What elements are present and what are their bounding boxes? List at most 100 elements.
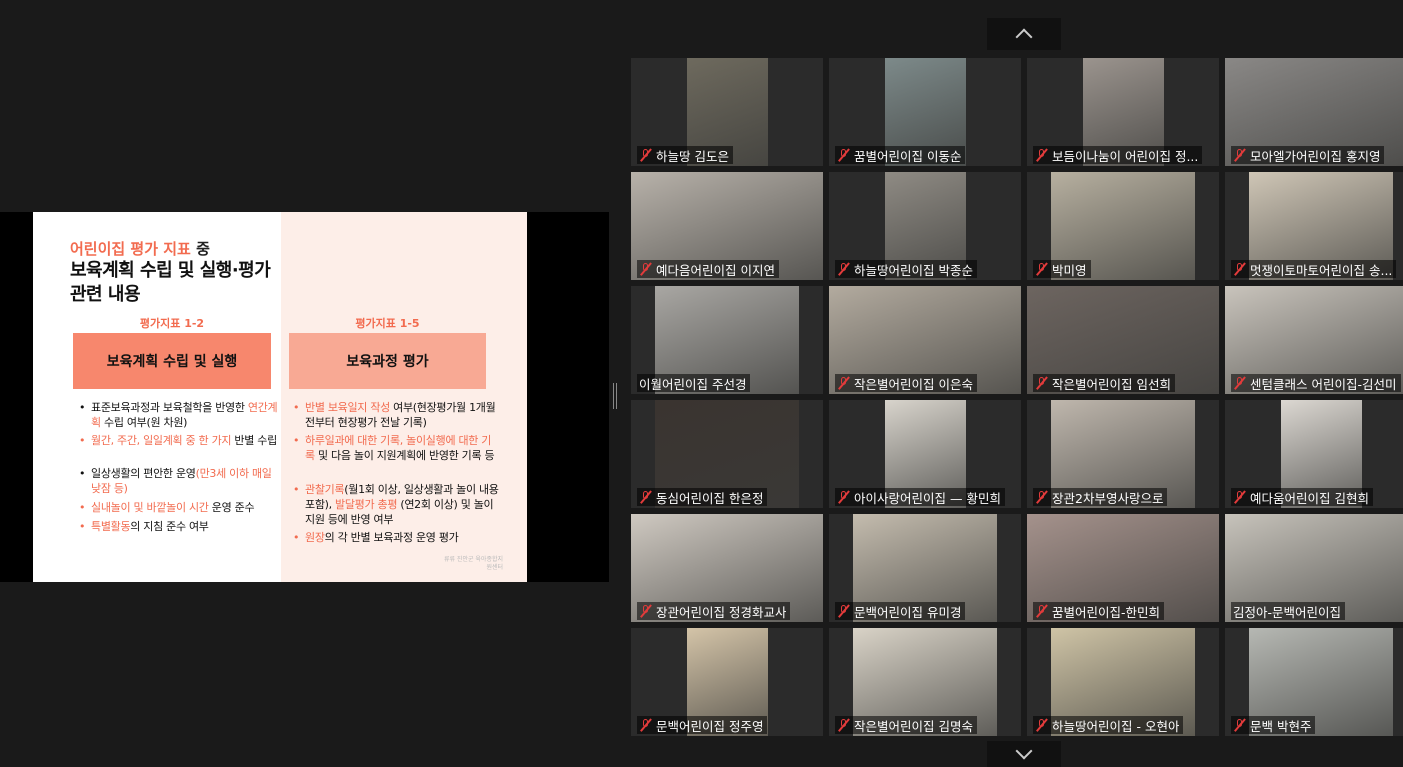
participant-name: 예다움어린이집 김현희 — [1250, 490, 1369, 506]
participant-tile[interactable]: 박미영 — [1027, 172, 1219, 280]
text-red: 특별활동 — [91, 520, 131, 533]
participant-name-label: 문백어린이집 유미경 — [835, 602, 966, 620]
participant-name: 모아엘가어린이집 홍지영 — [1250, 148, 1381, 164]
text: 의 지침 준수 여부 — [130, 520, 209, 533]
left-bullet-4: 실내놀이 및 바깥놀이 시간 운영 준수 — [77, 500, 283, 515]
mic-muted-icon — [639, 262, 653, 276]
gallery-next-button[interactable] — [987, 741, 1061, 767]
right-bullet-2: 하루일과에 대한 기록, 놀이실행에 대한 기록 및 다음 놀이 지원계획에 반… — [291, 433, 499, 463]
participant-tile[interactable]: 모아엘가어린이집 홍지영 — [1225, 58, 1403, 166]
participant-tile[interactable]: 하늘땅 김도은 — [631, 58, 823, 166]
participant-name: 예다음어린이집 이지연 — [656, 262, 775, 278]
participant-tile[interactable]: 문백어린이집 정주영 — [631, 628, 823, 736]
mic-muted-icon — [1035, 718, 1049, 732]
participant-name: 멋쟁이토마토어린이집 송... — [1250, 262, 1393, 278]
participant-tile[interactable]: 예다음어린이집 이지연 — [631, 172, 823, 280]
left-bullet-5: 특별활동의 지침 준수 여부 — [77, 519, 283, 534]
mic-muted-icon — [639, 148, 653, 162]
participant-name-label: 보듬이나눔이 어린이집 정... — [1033, 146, 1203, 164]
mic-muted-icon — [1035, 148, 1049, 162]
participant-name: 작은별어린이집 이은숙 — [854, 376, 973, 392]
participant-tile[interactable]: 아이사랑어린이집 — 황민희 — [829, 400, 1021, 508]
participant-name: 문백어린이집 정주영 — [656, 718, 764, 734]
participant-name-label: 멋쟁이토마토어린이집 송... — [1231, 260, 1397, 278]
participant-tile[interactable]: 문백 박현주 — [1225, 628, 1403, 736]
participant-tile[interactable]: 작은별어린이집 김명숙 — [829, 628, 1021, 736]
slide-frame: 어린이집 평가 지표 중 보육계획 수립 및 실행·평가 관련 내용 평가지표 … — [0, 212, 609, 582]
participant-name-label: 작은별어린이집 이은숙 — [835, 374, 977, 392]
mic-muted-icon — [1233, 262, 1247, 276]
text-red: 원장 — [305, 531, 325, 544]
participant-name-label: 모아엘가어린이집 홍지영 — [1231, 146, 1385, 164]
participant-name: 아이사랑어린이집 — 황민희 — [854, 490, 1001, 506]
mic-muted-icon — [1233, 490, 1247, 504]
participant-name-label: 문백 박현주 — [1231, 716, 1316, 734]
participant-name: 작은별어린이집 임선희 — [1052, 376, 1171, 392]
participant-name-label: 꿈별어린이집-한민희 — [1033, 602, 1165, 620]
participant-name: 하늘땅어린이집 - 오현아 — [1052, 718, 1180, 734]
left-bullet-2: 월간, 주간, 일일계획 중 한 가지 반별 수립 — [77, 433, 283, 448]
left-bullet-3: 일상생활의 편안한 운영(만3세 이하 매일 낮잠 등) — [77, 466, 283, 496]
mic-muted-icon — [1233, 376, 1247, 390]
right-indicator-box: 보육과정 평가 — [289, 333, 486, 389]
participant-name-label: 김정아-문백어린이집 — [1231, 602, 1346, 620]
participant-name-label: 동심어린이집 한은정 — [637, 488, 768, 506]
text: 의 각 반별 보육과정 운영 평가 — [324, 531, 459, 544]
participant-name: 이월어린이집 주선경 — [639, 376, 747, 392]
participant-name: 꿈별어린이집 이동순 — [854, 148, 962, 164]
participant-tile[interactable]: 장관어린이집 정경화교사 — [631, 514, 823, 622]
participant-name: 장관2차부영사랑으로 — [1052, 490, 1164, 506]
participant-tile[interactable]: 작은별어린이집 이은숙 — [829, 286, 1021, 394]
participant-name: 센텀클래스 어린이집-김선미 — [1250, 376, 1397, 392]
chevron-down-icon — [1015, 742, 1033, 760]
participant-tile[interactable]: 장관2차부영사랑으로 — [1027, 400, 1219, 508]
split-resize-handle[interactable] — [613, 383, 617, 409]
participant-name: 문백 박현주 — [1250, 718, 1312, 734]
right-bullet-1: 반별 보육일지 작성 여부(현장평가월 1개월 전부터 현장평가 전날 기록) — [291, 400, 499, 430]
mic-muted-icon — [639, 490, 653, 504]
text: 표준보육과정과 보육철학을 반영한 — [91, 401, 248, 414]
participant-name: 작은별어린이집 김명숙 — [854, 718, 973, 734]
mic-muted-icon — [837, 490, 851, 504]
participant-name-label: 예다음어린이집 이지연 — [637, 260, 779, 278]
participant-tile[interactable]: 꿈별어린이집 이동순 — [829, 58, 1021, 166]
participant-name: 꿈별어린이집-한민희 — [1052, 604, 1161, 620]
text: 운영 준수 — [208, 501, 255, 514]
participant-name: 하늘땅 김도은 — [656, 148, 729, 164]
participant-tile[interactable]: 꿈별어린이집-한민희 — [1027, 514, 1219, 622]
left-indicator-box: 보육계획 수립 및 실행 — [73, 333, 271, 389]
participant-name-label: 이월어린이집 주선경 — [637, 374, 751, 392]
participant-tile[interactable]: 멋쟁이토마토어린이집 송... — [1225, 172, 1403, 280]
participant-tile[interactable]: 김정아-문백어린이집 — [1225, 514, 1403, 622]
mic-muted-icon — [837, 148, 851, 162]
slide-footnote: 류류 진안군 육아종합지원센터 — [443, 556, 503, 571]
participant-tile[interactable]: 이월어린이집 주선경 — [631, 286, 823, 394]
participant-tile[interactable]: 보듬이나눔이 어린이집 정... — [1027, 58, 1219, 166]
participant-name-label: 하늘땅어린이집 박종순 — [835, 260, 977, 278]
participant-name-label: 꿈별어린이집 이동순 — [835, 146, 966, 164]
right-bullet-4: 원장의 각 반별 보육과정 운영 평가 — [291, 530, 499, 545]
participant-tile[interactable]: 하늘땅어린이집 - 오현아 — [1027, 628, 1219, 736]
text-red: 반별 보육일지 작성 — [305, 401, 390, 414]
participant-tile[interactable]: 예다움어린이집 김현희 — [1225, 400, 1403, 508]
participant-name: 보듬이나눔이 어린이집 정... — [1052, 148, 1199, 164]
participant-name: 문백어린이집 유미경 — [854, 604, 962, 620]
text-red: 실내놀이 및 바깥놀이 시간 — [91, 501, 209, 514]
participant-tile[interactable]: 하늘땅어린이집 박종순 — [829, 172, 1021, 280]
participant-name-label: 예다움어린이집 김현희 — [1231, 488, 1373, 506]
participant-tile[interactable]: 문백어린이집 유미경 — [829, 514, 1021, 622]
participant-gallery: 하늘땅 김도은 꿈별어린이집 이동순 보듬이나눔이 어린이집 정... 모아엘가어린이… — [631, 58, 1403, 738]
participant-tile[interactable]: 동심어린이집 한은정 — [631, 400, 823, 508]
gallery-prev-button[interactable] — [987, 18, 1061, 50]
mic-muted-icon — [837, 262, 851, 276]
left-bullet-1: 표준보육과정과 보육철학을 반영한 연간계획 수립 여부(원 차원) — [77, 400, 283, 430]
participant-name-label: 아이사랑어린이집 — 황민희 — [835, 488, 1005, 506]
mic-muted-icon — [1035, 262, 1049, 276]
participant-tile[interactable]: 센텀클래스 어린이집-김선미 — [1225, 286, 1403, 394]
participant-name-label: 문백어린이집 정주영 — [637, 716, 768, 734]
mic-muted-icon — [837, 718, 851, 732]
slide-subtitle: 어린이집 평가 지표 중 — [70, 238, 210, 259]
mic-muted-icon — [1035, 604, 1049, 618]
participant-name: 김정아-문백어린이집 — [1233, 604, 1342, 620]
participant-tile[interactable]: 작은별어린이집 임선희 — [1027, 286, 1219, 394]
